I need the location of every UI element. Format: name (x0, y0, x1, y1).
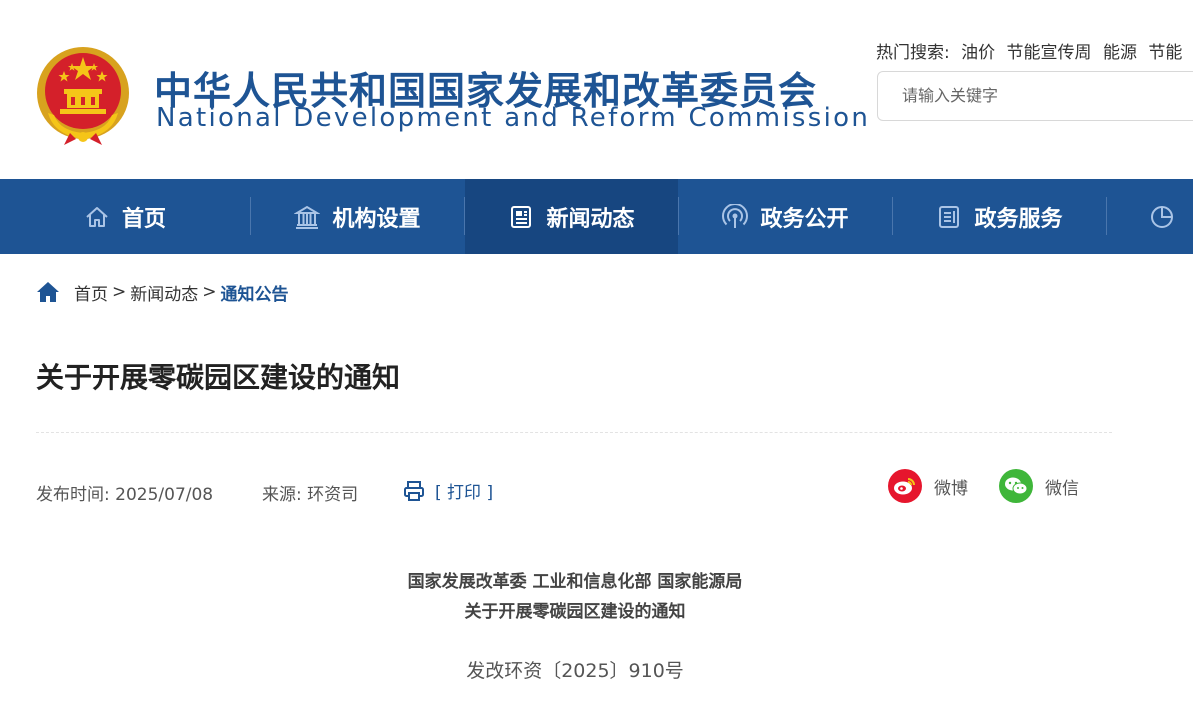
breadcrumb-current[interactable]: 通知公告 (221, 280, 289, 305)
nav-item-home[interactable]: 首页 (0, 179, 250, 254)
breadcrumb-link-home[interactable]: 首页 (74, 280, 108, 305)
article-source: 来源: 环资司 (262, 480, 358, 505)
wechat-icon (999, 469, 1033, 503)
publish-date-value: 2025/07/08 (115, 485, 214, 505)
nav-item-news[interactable]: 新闻动态 (465, 179, 678, 254)
news-icon (511, 205, 532, 228)
print-button[interactable]: [ 打印 ] (403, 478, 493, 503)
share-wechat-label: 微信 (1045, 478, 1079, 499)
breadcrumb: 首页 > 新闻动态 > 通知公告 (36, 279, 289, 305)
share-weibo-label: 微博 (934, 478, 968, 499)
source-value: 环资司 (307, 485, 359, 505)
nav-item-gov-affairs-disclosure[interactable]: 政务公开 (679, 179, 892, 254)
broadcast-icon (722, 203, 749, 228)
share-wechat-button[interactable]: 微信 (999, 469, 1079, 503)
institution-icon (294, 205, 321, 229)
main-nav: 首页 机构设置 新闻动态 政务公开 政务服务 (0, 179, 1193, 254)
print-label: [ 打印 ] (435, 483, 494, 503)
home-icon[interactable] (36, 281, 60, 303)
nav-item-label: 新闻动态 (546, 206, 635, 232)
site-title-en[interactable]: National Development and Reform Commissi… (156, 103, 870, 133)
source-label: 来源: (262, 485, 302, 505)
weibo-icon (888, 469, 922, 503)
nav-item-institutions[interactable]: 机构设置 (251, 179, 464, 254)
article-title: 关于开展零碳园区建设的通知 (36, 361, 401, 394)
breadcrumb-separator: > (202, 282, 217, 302)
pie-chart-icon (1151, 205, 1173, 228)
hot-search: 热门搜索: 油价 节能宣传周 能源 节能 (876, 38, 1182, 63)
hot-search-label: 热门搜索: (876, 43, 950, 63)
document-title: 关于开展零碳园区建设的通知 (464, 602, 686, 622)
document-issuers: 国家发展改革委 工业和信息化部 国家能源局 (407, 572, 743, 592)
site-header: 中华人民共和国国家发展和改革委员会 National Development a… (0, 0, 1193, 180)
search-box (877, 71, 1193, 121)
share-weibo-button[interactable]: 微博 (888, 469, 968, 503)
nav-item-label: 政务公开 (760, 206, 849, 232)
publish-date-label: 发布时间: (36, 485, 110, 505)
hot-keyword-link[interactable]: 节能 (1148, 43, 1182, 63)
nav-item-label: 机构设置 (332, 206, 421, 232)
hot-keyword-link[interactable]: 能源 (1103, 43, 1137, 63)
publish-date: 发布时间: 2025/07/08 (36, 480, 213, 505)
divider (36, 432, 1112, 433)
printer-icon (404, 480, 424, 501)
breadcrumb-link-news[interactable]: 新闻动态 (130, 280, 198, 305)
nav-item-data[interactable] (1107, 179, 1193, 254)
document-number: 发改环资〔2025〕910号 (466, 660, 684, 682)
nav-item-gov-services[interactable]: 政务服务 (893, 179, 1106, 254)
search-input[interactable] (902, 86, 1182, 105)
document-icon (939, 205, 960, 228)
hot-keyword-link[interactable]: 节能宣传周 (1007, 43, 1092, 63)
breadcrumb-separator: > (112, 282, 127, 302)
hot-keyword-link[interactable]: 油价 (961, 43, 995, 63)
nav-item-label: 政务服务 (974, 206, 1063, 232)
nav-item-label: 首页 (121, 206, 166, 232)
home-icon (86, 206, 108, 227)
national-emblem-icon[interactable] (34, 43, 132, 147)
